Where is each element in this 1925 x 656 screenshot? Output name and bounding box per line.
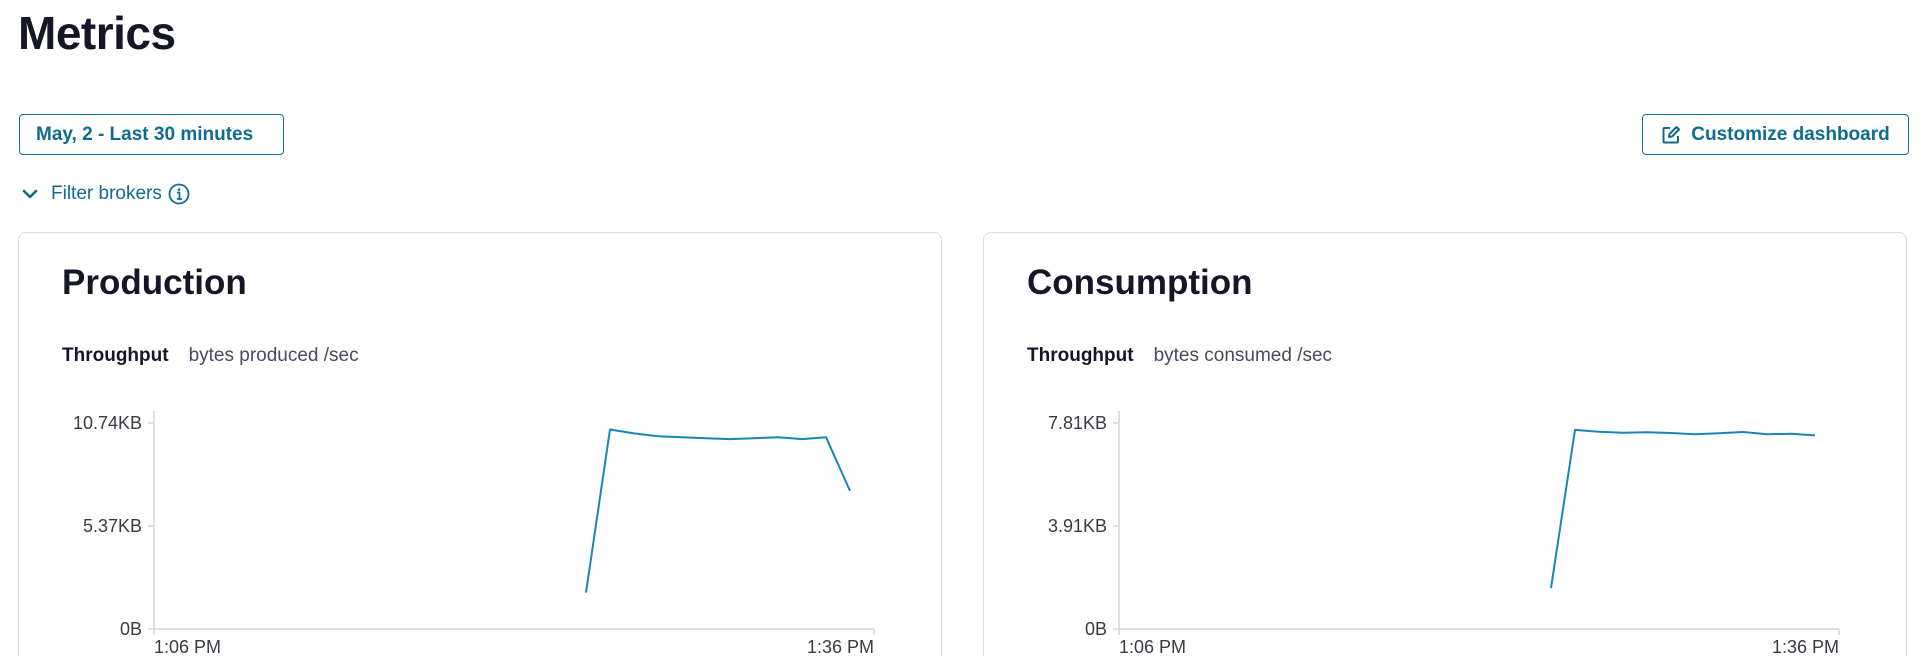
consumption-card: Consumption Throughput bytes consumed /s…: [983, 232, 1907, 656]
customize-dashboard-button[interactable]: Customize dashboard: [1642, 114, 1909, 155]
consumption-throughput-chart: 7.81KB 3.91KB 0B 1:06 PM 1:36 PM: [1048, 411, 1840, 653]
y-tick-label: 0B: [1085, 619, 1107, 639]
edit-icon: [1661, 125, 1681, 145]
production-card: Production Throughput bytes produced /se…: [18, 232, 942, 656]
y-tick-label: 0B: [120, 619, 142, 639]
production-throughput-chart: 10.74KB 5.37KB 0B 1:06 PM 1:36 PM: [73, 411, 875, 653]
y-tick-label: 10.74KB: [73, 413, 142, 433]
chevron-down-icon: [20, 184, 40, 204]
x-tick-label: 1:36 PM: [807, 637, 874, 653]
time-range-button[interactable]: May, 2 - Last 30 minutes: [19, 114, 284, 155]
series-line: [1550, 428, 1816, 589]
time-range-label: May, 2 - Last 30 minutes: [36, 123, 254, 145]
page-title: Metrics: [18, 7, 176, 59]
x-tick-label: 1:06 PM: [154, 637, 221, 653]
y-tick-label: 5.37KB: [83, 516, 142, 536]
customize-dashboard-label: Customize dashboard: [1691, 123, 1890, 145]
metrics-page: Metrics May, 2 - Last 30 minutes Customi…: [0, 0, 1925, 656]
filter-brokers-toggle[interactable]: Filter brokers: [20, 180, 190, 208]
series-line: [585, 428, 851, 593]
info-icon[interactable]: [168, 183, 190, 205]
metric-unit: bytes consumed /sec: [1153, 345, 1333, 366]
metric-header: Throughput bytes produced /sec: [62, 345, 359, 367]
x-tick-label: 1:06 PM: [1119, 637, 1186, 653]
metric-header: Throughput bytes consumed /sec: [1027, 345, 1332, 367]
card-title: Consumption: [1027, 263, 1253, 302]
filter-brokers-label: Filter brokers: [51, 183, 162, 204]
metric-unit: bytes produced /sec: [188, 345, 359, 366]
y-tick-label: 7.81KB: [1048, 413, 1107, 433]
card-title: Production: [62, 263, 247, 302]
metric-label: Throughput: [62, 345, 169, 366]
x-tick-label: 1:36 PM: [1772, 637, 1839, 653]
y-tick-label: 3.91KB: [1048, 516, 1107, 536]
metric-label: Throughput: [1027, 345, 1134, 366]
